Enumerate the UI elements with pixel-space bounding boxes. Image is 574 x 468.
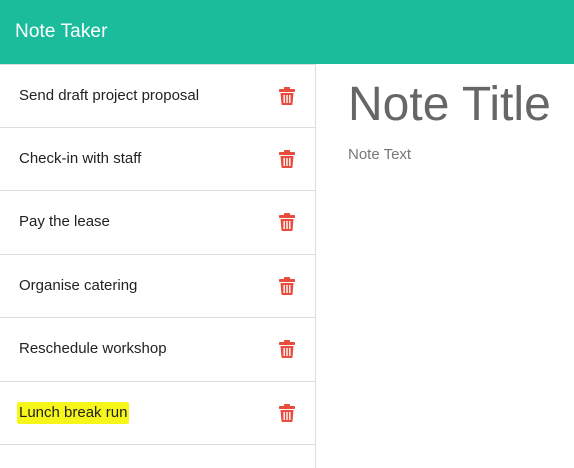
note-list-item[interactable]: Check-in with staff	[0, 128, 315, 191]
note-list: Send draft project proposal Check-in wit…	[0, 64, 316, 468]
note-list-item-title[interactable]: Send draft project proposal	[19, 86, 199, 106]
note-list-item[interactable]: Organise catering	[0, 255, 315, 318]
note-list-item[interactable]: Send draft project proposal	[0, 64, 315, 128]
note-list-item-title[interactable]: Pay the lease	[19, 212, 110, 232]
note-text-area[interactable]	[348, 146, 568, 206]
app-title[interactable]: Note Taker	[15, 21, 108, 43]
note-list-item-title[interactable]: Check-in with staff	[19, 149, 141, 169]
note-list-item-title[interactable]: Lunch break run	[17, 401, 130, 424]
trash-icon[interactable]	[277, 86, 297, 106]
note-title-input[interactable]	[348, 78, 574, 132]
trash-icon[interactable]	[277, 212, 297, 232]
note-list-item[interactable]: Pay the lease	[0, 191, 315, 255]
navbar: Note Taker	[0, 0, 574, 64]
note-list-item[interactable]: Reschedule workshop	[0, 318, 315, 382]
trash-icon[interactable]	[277, 403, 297, 423]
trash-icon[interactable]	[277, 276, 297, 296]
note-editor	[316, 64, 574, 468]
note-list-item-title[interactable]: Reschedule workshop	[19, 339, 167, 359]
app-window: Note Taker Send draft project proposal C…	[0, 0, 574, 468]
trash-icon[interactable]	[277, 149, 297, 169]
note-list-item[interactable]: Lunch break run	[0, 382, 315, 445]
note-list-item-title[interactable]: Organise catering	[19, 276, 137, 296]
main-content: Send draft project proposal Check-in wit…	[0, 64, 574, 468]
trash-icon[interactable]	[277, 339, 297, 359]
